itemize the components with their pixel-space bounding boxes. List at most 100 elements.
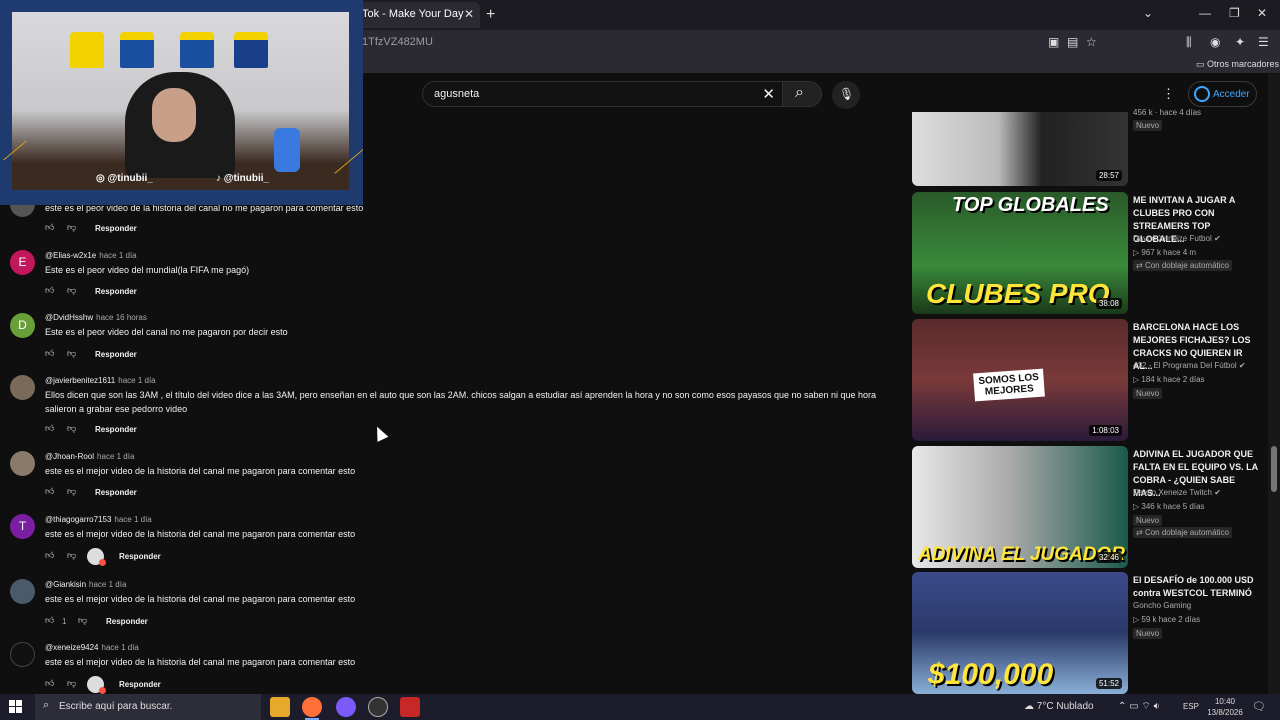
reply-button[interactable]: Responder: [95, 425, 137, 434]
video-channel[interactable]: Davoo Xeneize Twitch ✔: [1133, 488, 1221, 497]
like-icon[interactable]: 👍︎: [45, 486, 54, 497]
author-name[interactable]: @Giankisin: [45, 580, 86, 589]
weather-widget[interactable]: ☁ 7°C Nublado: [1024, 701, 1094, 712]
comment-author[interactable]: @xeneize9424 hace 1 día: [45, 643, 139, 652]
firefox-icon[interactable]: [302, 697, 322, 720]
reply-button[interactable]: Responder: [95, 287, 137, 296]
video-channel[interactable]: 412 - El Programa Del Fútbol ✔: [1133, 361, 1246, 370]
video-thumbnail[interactable]: 28:57: [912, 112, 1128, 186]
like-icon[interactable]: 👍︎: [45, 348, 54, 359]
like-icon[interactable]: 👍︎: [45, 615, 54, 626]
search-input[interactable]: agusneta ✕: [422, 81, 784, 107]
pip-icon[interactable]: ▣: [1048, 35, 1059, 49]
comment-time[interactable]: hace 1 día: [118, 376, 155, 385]
author-name[interactable]: @thiagogarro7153: [45, 515, 111, 524]
dislike-icon[interactable]: 👎︎: [67, 285, 76, 296]
author-name[interactable]: @xeneize9424: [45, 643, 99, 652]
menu-icon[interactable]: ☰: [1258, 35, 1269, 49]
tray-chevron-icon[interactable]: ⌃: [1118, 701, 1126, 712]
language-indicator[interactable]: ESP: [1183, 702, 1199, 711]
author-name[interactable]: @DvidHsshw: [45, 313, 93, 322]
comment-author[interactable]: @javierbenitez1611 hace 1 día: [45, 376, 156, 385]
new-tab-button[interactable]: +: [486, 6, 495, 24]
dislike-icon[interactable]: 👎︎: [78, 615, 87, 626]
comment-author[interactable]: @Elias-w2x1e hace 1 día: [45, 251, 137, 260]
related-video[interactable]: ADIVINA EL JUGADOR 32:46 ADIVINA EL JUGA…: [912, 446, 1262, 568]
comment-time[interactable]: hace 1 día: [97, 452, 134, 461]
comment-time[interactable]: hace 1 día: [89, 580, 126, 589]
dislike-icon[interactable]: 👎︎: [67, 348, 76, 359]
comment-time[interactable]: hace 1 día: [99, 251, 136, 260]
author-name[interactable]: @Jhoan-Rool: [45, 452, 94, 461]
reply-button[interactable]: Responder: [95, 488, 137, 497]
comment-author[interactable]: @Giankisin hace 1 día: [45, 580, 126, 589]
more-options-icon[interactable]: ⋮: [1162, 86, 1175, 102]
avatar[interactable]: E: [10, 250, 35, 275]
search-button[interactable]: ⌕: [782, 81, 822, 107]
avatar[interactable]: T: [10, 514, 35, 539]
clear-search-icon[interactable]: ✕: [762, 85, 775, 103]
related-video[interactable]: $100,000 51:52 El DESAFÍO de 100.000 USD…: [912, 572, 1262, 694]
like-icon[interactable]: 👍︎: [45, 678, 54, 689]
app-icon[interactable]: [336, 697, 356, 717]
comment-author[interactable]: @DvidHsshw hace 16 horas: [45, 313, 147, 322]
volume-icon[interactable]: 🔉︎: [1154, 701, 1160, 712]
reply-button[interactable]: Responder: [95, 350, 137, 359]
tab-list-icon[interactable]: ⌄: [1143, 6, 1153, 20]
dislike-icon[interactable]: 👎︎: [67, 678, 76, 689]
video-thumbnail[interactable]: TOP GLOBALES CLUBES PRO 38:08: [912, 192, 1128, 314]
comment-author[interactable]: @thiagogarro7153 hace 1 día: [45, 515, 152, 524]
related-video[interactable]: SOMOS LOS MEJORES 1:08:03 BARCELONA HACE…: [912, 319, 1262, 441]
obs-icon[interactable]: [368, 697, 388, 717]
reply-button[interactable]: Responder: [119, 680, 161, 689]
network-icon[interactable]: ▭: [1129, 701, 1138, 712]
other-bookmarks-folder[interactable]: ▭ Otros marcadores: [1196, 59, 1279, 70]
account-icon[interactable]: ◉: [1210, 35, 1220, 49]
voice-search-button[interactable]: 🎙: [832, 81, 860, 109]
video-thumbnail[interactable]: ADIVINA EL JUGADOR 32:46: [912, 446, 1128, 568]
comment-time[interactable]: hace 16 horas: [96, 313, 147, 322]
taskbar-search-input[interactable]: ⌕ Escribe aquí para buscar.: [35, 694, 261, 720]
start-button[interactable]: [9, 700, 23, 714]
file-explorer-icon[interactable]: [270, 697, 290, 717]
author-name[interactable]: @javierbenitez1611: [45, 376, 115, 385]
related-video[interactable]: TOP GLOBALES CLUBES PRO 38:08 ME INVITAN…: [912, 192, 1262, 314]
author-name[interactable]: @Elias-w2x1e: [45, 251, 96, 260]
system-tray[interactable]: ⌃ ▭ ⌔ 🔉︎: [1118, 700, 1160, 713]
dislike-icon[interactable]: 👎︎: [67, 222, 76, 233]
dislike-icon[interactable]: 👎︎: [67, 550, 76, 561]
voicemeeter-icon[interactable]: [400, 697, 420, 717]
comment-time[interactable]: hace 1 día: [114, 515, 151, 524]
like-icon[interactable]: 👍︎: [45, 423, 54, 434]
like-icon[interactable]: 👍︎: [45, 550, 54, 561]
comment-author[interactable]: @Jhoan-Rool hace 1 día: [45, 452, 134, 461]
url-bar[interactable]: 1TfzVZ482MU: [362, 36, 433, 48]
scrollbar-thumb[interactable]: [1271, 446, 1277, 492]
avatar[interactable]: [10, 451, 35, 476]
dislike-icon[interactable]: 👎︎: [67, 423, 76, 434]
avatar[interactable]: D: [10, 313, 35, 338]
comment-time[interactable]: hace 1 día: [102, 643, 139, 652]
bookmark-star-icon[interactable]: ☆: [1086, 35, 1097, 49]
avatar[interactable]: [10, 579, 35, 604]
wifi-icon[interactable]: ⌔: [1141, 701, 1150, 712]
reply-button[interactable]: Responder: [95, 224, 137, 233]
dislike-icon[interactable]: 👎︎: [67, 486, 76, 497]
video-channel[interactable]: Davoo Xeneize Futbol ✔: [1133, 234, 1221, 243]
reply-button[interactable]: Responder: [119, 552, 161, 561]
video-channel[interactable]: Goncho Gaming: [1133, 601, 1191, 610]
sign-in-button[interactable]: Acceder: [1188, 81, 1257, 107]
video-title[interactable]: El DESAFÍO de 100.000 USD contra WESTCOL…: [1133, 574, 1261, 600]
like-icon[interactable]: 👍︎: [45, 222, 54, 233]
avatar[interactable]: [10, 642, 35, 667]
extensions-icon[interactable]: ✦: [1235, 35, 1245, 49]
page-scrollbar[interactable]: [1268, 74, 1280, 694]
reader-icon[interactable]: ▤: [1067, 35, 1078, 49]
notification-icon[interactable]: 🗨︎: [1252, 700, 1266, 713]
like-icon[interactable]: 👍︎: [45, 285, 54, 296]
minimize-button[interactable]: —: [1199, 6, 1211, 20]
video-thumbnail[interactable]: $100,000 51:52: [912, 572, 1128, 694]
close-window-button[interactable]: ✕: [1257, 6, 1267, 20]
tab-close-icon[interactable]: ✕: [464, 7, 474, 21]
related-video[interactable]: 28:57 456 k · hace 4 días Nuevo: [912, 108, 1262, 186]
